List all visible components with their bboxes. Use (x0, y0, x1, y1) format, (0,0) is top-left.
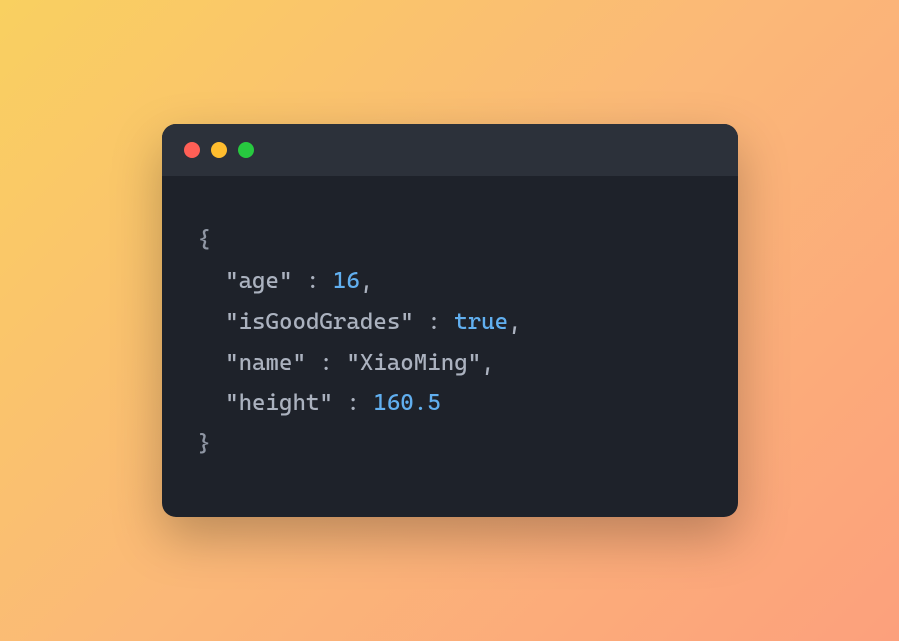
close-icon[interactable] (184, 142, 200, 158)
json-key: "isGoodGrades" (225, 309, 414, 335)
colon: : (333, 390, 373, 416)
maximize-icon[interactable] (238, 142, 254, 158)
comma: , (508, 309, 521, 335)
code-area: { "age" : 16, "isGoodGrades" : true, "na… (162, 176, 738, 518)
colon: : (292, 268, 332, 294)
close-brace: } (198, 431, 211, 457)
colon: : (306, 350, 346, 376)
json-key: "height" (225, 390, 333, 416)
json-key: "age" (225, 268, 292, 294)
colon: : (414, 309, 454, 335)
open-brace: { (198, 227, 211, 253)
minimize-icon[interactable] (211, 142, 227, 158)
code-window: { "age" : 16, "isGoodGrades" : true, "na… (162, 124, 738, 518)
json-value-number: 160.5 (373, 390, 440, 416)
comma: , (481, 350, 494, 376)
comma: , (360, 268, 373, 294)
titlebar (162, 124, 738, 176)
json-value-boolean: true (454, 309, 508, 335)
json-value-number: 16 (333, 268, 360, 294)
json-value-string: "XiaoMing" (346, 350, 481, 376)
json-key: "name" (225, 350, 306, 376)
